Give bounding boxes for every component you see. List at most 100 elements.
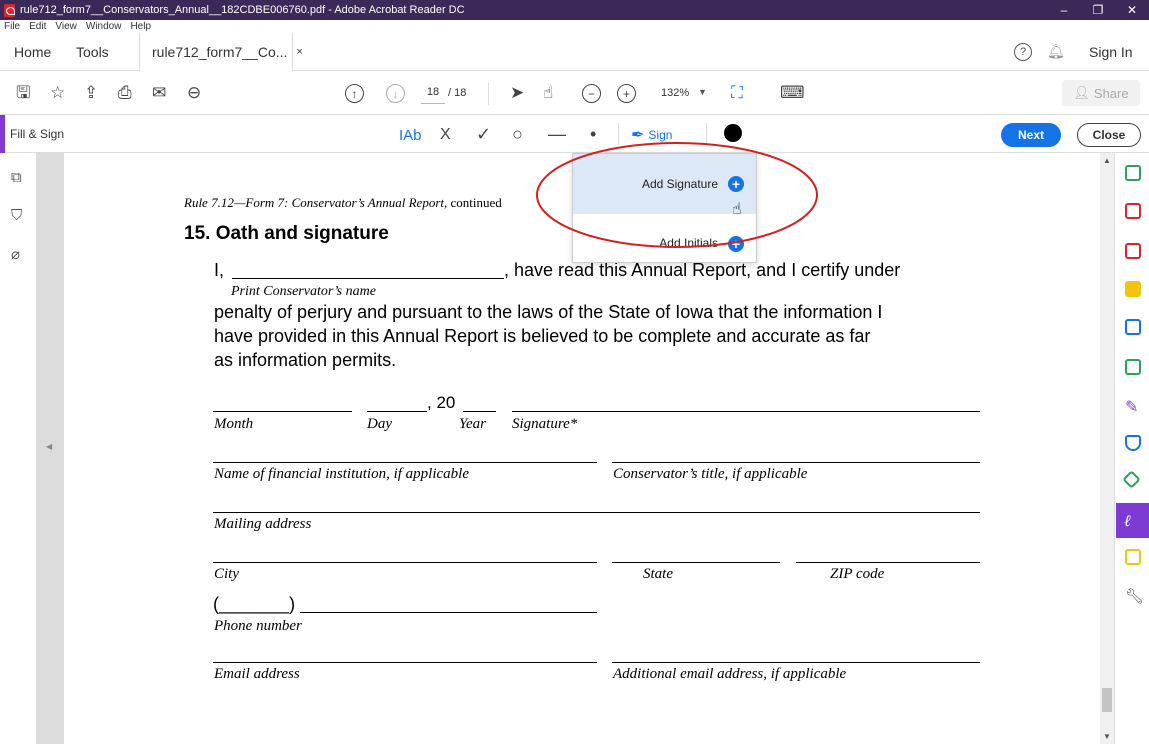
email-icon[interactable]: ✉ [152, 83, 166, 103]
select-cursor-icon[interactable]: ➤ [510, 83, 524, 103]
add-initials-label: Add Initials [659, 236, 718, 250]
fill-and-sign-icon[interactable]: ✎ [1125, 397, 1141, 416]
share-button[interactable]: 👤︎ Share [1062, 80, 1140, 106]
bell-icon[interactable]: 🔔︎ [1047, 43, 1065, 60]
combine-files-icon[interactable] [1125, 319, 1141, 335]
email-label: Email address [214, 666, 300, 682]
add-initials-item[interactable]: Add Initials + [573, 216, 756, 262]
signature-pen-icon: ℓ [1124, 511, 1131, 530]
state-line[interactable] [612, 562, 780, 563]
page-total: / 18 [448, 87, 467, 99]
menu-edit[interactable]: Edit [29, 21, 46, 32]
signature-label: Signature* [512, 416, 578, 432]
send-track-icon[interactable] [1125, 549, 1141, 565]
toolbar-divider [706, 123, 707, 145]
more-tools-icon[interactable]: 🔧︎ [1125, 587, 1144, 605]
prev-page-icon[interactable]: ↑ [345, 84, 364, 103]
sign-in-link[interactable]: Sign In [1089, 44, 1133, 60]
fill-sign-active-tool[interactable]: ℓ [1116, 503, 1149, 538]
page-header: Rule 7.12—Form 7: Conservator’s Annual R… [184, 195, 502, 211]
scroll-up-icon[interactable]: ▲ [1103, 156, 1111, 165]
protect-shield-icon[interactable] [1125, 435, 1141, 451]
header-text: Rule 7.12—Form 7: Conservator’s Annual R… [184, 195, 448, 210]
tab-close-icon[interactable]: × [296, 46, 302, 58]
toolbar-divider [488, 83, 489, 105]
oath-line-4: as information permits. [214, 350, 397, 370]
conservator-title-line[interactable] [612, 462, 980, 463]
phone-area-code[interactable]: (_______) [213, 594, 295, 615]
sign-button[interactable]: ✒ Sign [631, 125, 672, 145]
scroll-down-icon[interactable]: ▼ [1103, 732, 1111, 741]
phone-label: Phone number [214, 618, 302, 634]
add-text-tool[interactable]: IAb [399, 125, 422, 147]
search-zoom-icon[interactable]: ⊖ [187, 83, 201, 103]
acrobat-logo-icon [4, 3, 15, 17]
circle-tool[interactable]: ○ [512, 123, 523, 145]
main-toolbar: 🖫︎ ☆ ⇪ ⎙ ✉ ⊖ ↑ ↓ 18 / 18 ➤ ☝ − + 132% ▼ … [0, 71, 1149, 115]
next-button[interactable]: Next [1001, 123, 1061, 147]
close-button[interactable]: Close [1077, 123, 1141, 147]
email-line[interactable] [213, 662, 597, 663]
bookmarks-icon[interactable]: ⛉ [11, 207, 22, 224]
zoom-level-select[interactable]: 132% [661, 87, 689, 99]
collapse-panel-icon[interactable]: ◀ [46, 442, 52, 451]
close-window-button[interactable]: ✕ [1115, 0, 1149, 20]
add-signature-item[interactable]: Add Signature + [573, 154, 756, 214]
oath-line-3: have provided in this Annual Report is b… [214, 326, 871, 346]
bookmark-star-icon[interactable]: ☆ [50, 83, 65, 103]
tab-tools[interactable]: Tools [76, 33, 109, 71]
page-thumbnails-icon[interactable]: ⧉ [11, 169, 22, 186]
zip-line[interactable] [796, 562, 980, 563]
checkmark-tool[interactable]: ✓ [476, 123, 491, 145]
tab-document[interactable]: rule712_form7__Co... × [139, 33, 303, 71]
save-icon[interactable]: 🖫︎ [16, 83, 30, 103]
share-label: Share [1093, 85, 1129, 101]
mailing-address-line[interactable] [213, 512, 980, 513]
vertical-scrollbar[interactable] [1100, 153, 1114, 744]
color-picker-dot[interactable] [724, 124, 742, 142]
month-line[interactable] [213, 411, 352, 412]
city-line[interactable] [213, 562, 597, 563]
restore-button[interactable]: ❐ [1081, 0, 1115, 20]
compress-pdf-icon[interactable] [1125, 359, 1141, 375]
zoom-in-icon[interactable]: + [617, 84, 636, 103]
line-tool[interactable]: — [548, 123, 566, 145]
year-line[interactable] [463, 411, 496, 412]
fit-page-icon[interactable]: ⛶ [731, 83, 743, 103]
year-prefix: , 20 [427, 393, 456, 412]
comment-icon[interactable] [1125, 281, 1141, 297]
menu-file[interactable]: File [4, 21, 20, 32]
chevron-down-icon[interactable]: ▼ [698, 87, 707, 97]
tab-home[interactable]: Home [14, 33, 51, 71]
page-number-input[interactable]: 18 [421, 86, 445, 104]
next-page-icon[interactable]: ↓ [386, 84, 405, 103]
additional-email-line[interactable] [612, 662, 980, 663]
hand-tool-icon[interactable]: ☝ [543, 83, 553, 103]
print-icon[interactable]: ⎙ [118, 83, 132, 103]
zoom-out-icon[interactable]: − [582, 84, 601, 103]
organize-pages-icon[interactable] [1125, 243, 1141, 259]
menu-help[interactable]: Help [130, 21, 151, 32]
keyboard-scroll-icon[interactable]: ⌨ [780, 83, 805, 103]
phone-line[interactable] [300, 612, 597, 613]
help-icon[interactable]: ? [1014, 43, 1032, 61]
send-for-signature-icon[interactable] [1122, 470, 1141, 489]
pen-sign-icon: ✒ [631, 127, 645, 144]
dot-tool[interactable]: • [590, 123, 596, 145]
signature-line[interactable] [512, 411, 980, 412]
add-signature-label: Add Signature [641, 177, 718, 191]
scrollbar-thumb[interactable] [1102, 688, 1112, 712]
export-pdf-icon[interactable] [1125, 165, 1141, 181]
create-pdf-icon[interactable] [1125, 203, 1141, 219]
zip-label: ZIP code [830, 566, 885, 582]
section-title: 15. Oath and signature [184, 223, 389, 244]
day-line[interactable] [367, 411, 427, 412]
attachments-icon[interactable]: ⌀ [11, 245, 20, 263]
conservator-name-line[interactable] [232, 278, 504, 279]
menu-window[interactable]: Window [86, 21, 122, 32]
minimize-button[interactable]: – [1047, 0, 1081, 20]
financial-institution-line[interactable] [213, 462, 597, 463]
cross-mark-tool[interactable]: X [440, 124, 451, 146]
menu-view[interactable]: View [55, 21, 77, 32]
upload-cloud-icon[interactable]: ⇪ [84, 83, 98, 103]
